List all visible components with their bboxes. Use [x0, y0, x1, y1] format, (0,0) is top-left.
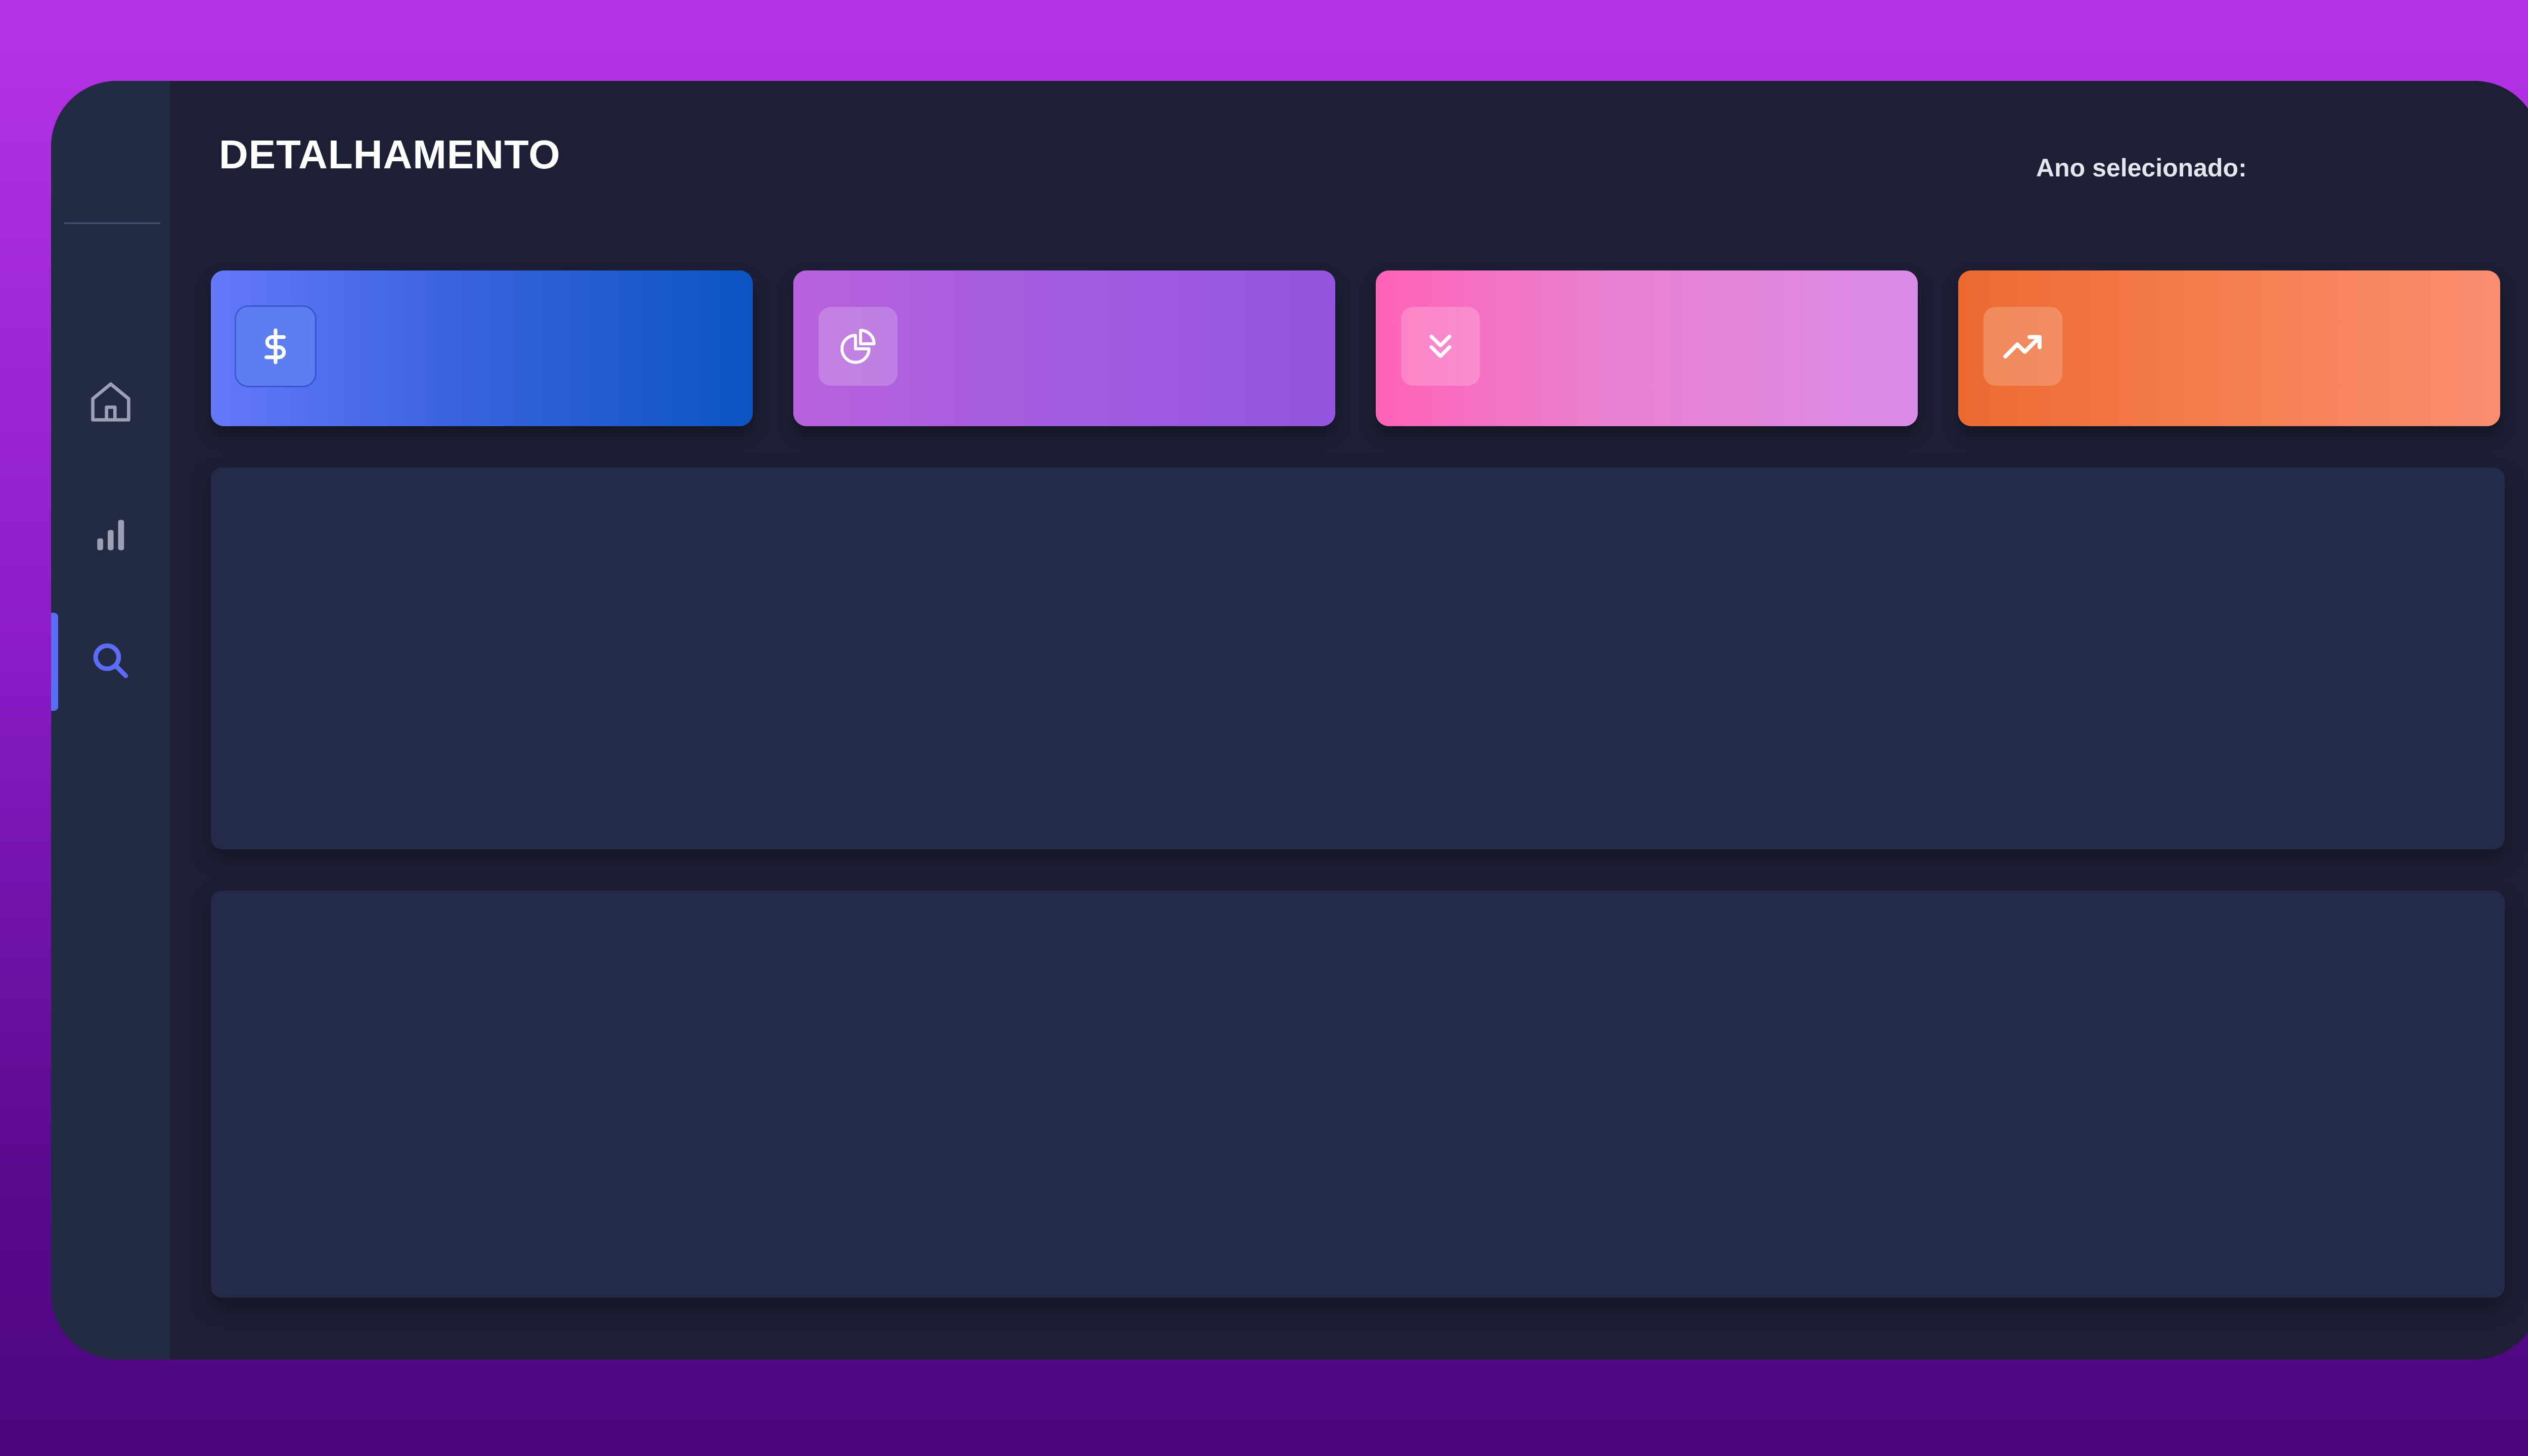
dashboard-window: DETALHAMENTO Ano selecionado: [51, 81, 2528, 1359]
page-title: DETALHAMENTO [219, 132, 561, 177]
sidebar-divider [64, 222, 160, 224]
kpi-card-growth [1958, 270, 2500, 426]
home-icon [85, 377, 136, 427]
sidebar [51, 81, 170, 1359]
sidebar-item-search[interactable] [51, 613, 170, 709]
chart-panel-top [211, 468, 2505, 849]
kpi-card-revenue [211, 270, 753, 426]
kpi-card-share [793, 270, 1335, 426]
sidebar-item-stats[interactable] [51, 485, 170, 581]
year-selector-label: Ano selecionado: [2036, 154, 2247, 182]
chevrons-down-icon [1401, 307, 1480, 386]
chart-panel-bottom [211, 891, 2505, 1298]
bar-chart-icon [91, 513, 131, 554]
search-icon [89, 640, 132, 682]
sidebar-item-home[interactable] [51, 354, 170, 450]
dollar-icon [236, 307, 315, 386]
pie-chart-icon [819, 307, 897, 386]
trending-up-icon [1983, 307, 2062, 386]
kpi-card-decrease [1376, 270, 1918, 426]
